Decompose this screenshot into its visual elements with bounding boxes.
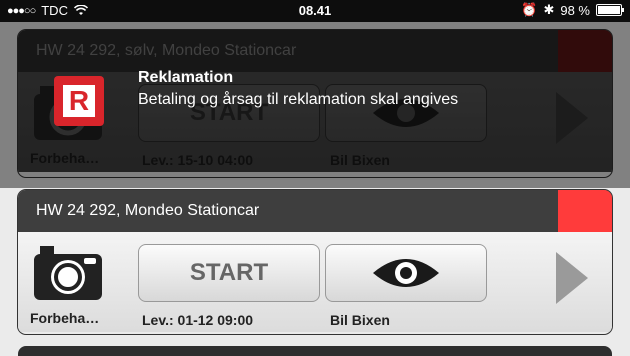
- view-label: Bil Bixen: [330, 312, 390, 328]
- app-icon: R: [54, 76, 104, 126]
- notification-title: Reklamation: [138, 69, 234, 86]
- status-tag: [558, 190, 612, 232]
- bluetooth-icon: ✱: [543, 2, 555, 17]
- battery-percent: 98 %: [560, 2, 590, 18]
- card-header: HW 24 292, Mondeo Stationcar: [18, 190, 612, 232]
- camera-icon: [34, 246, 102, 300]
- order-card[interactable]: HW 24 292, Mondeo Stationcar Forbeha… ST…: [18, 190, 612, 334]
- card-body: Forbeha… START Lev.: 01-12 09:00 Bil Bix…: [18, 232, 612, 332]
- alarm-icon: ⏰: [521, 2, 538, 17]
- start-button[interactable]: START: [138, 244, 320, 302]
- status-bar: ●●●○○ TDC 08.41 ⏰ ✱ 98 %: [0, 0, 630, 22]
- camera-label: Forbeha…: [30, 310, 100, 326]
- delivery-time: Lev.: 01-12 09:00: [142, 312, 254, 328]
- camera-button[interactable]: [34, 244, 102, 300]
- eye-icon: [373, 259, 439, 287]
- notification-message: Betaling og årsag til reklamation skal a…: [138, 91, 459, 108]
- chevron-right-icon[interactable]: [556, 252, 588, 304]
- battery-icon: [596, 4, 624, 16]
- card-title: HW 24 292, Mondeo Stationcar: [36, 202, 260, 219]
- view-button[interactable]: [325, 244, 487, 302]
- app-icon-letter: R: [63, 85, 95, 117]
